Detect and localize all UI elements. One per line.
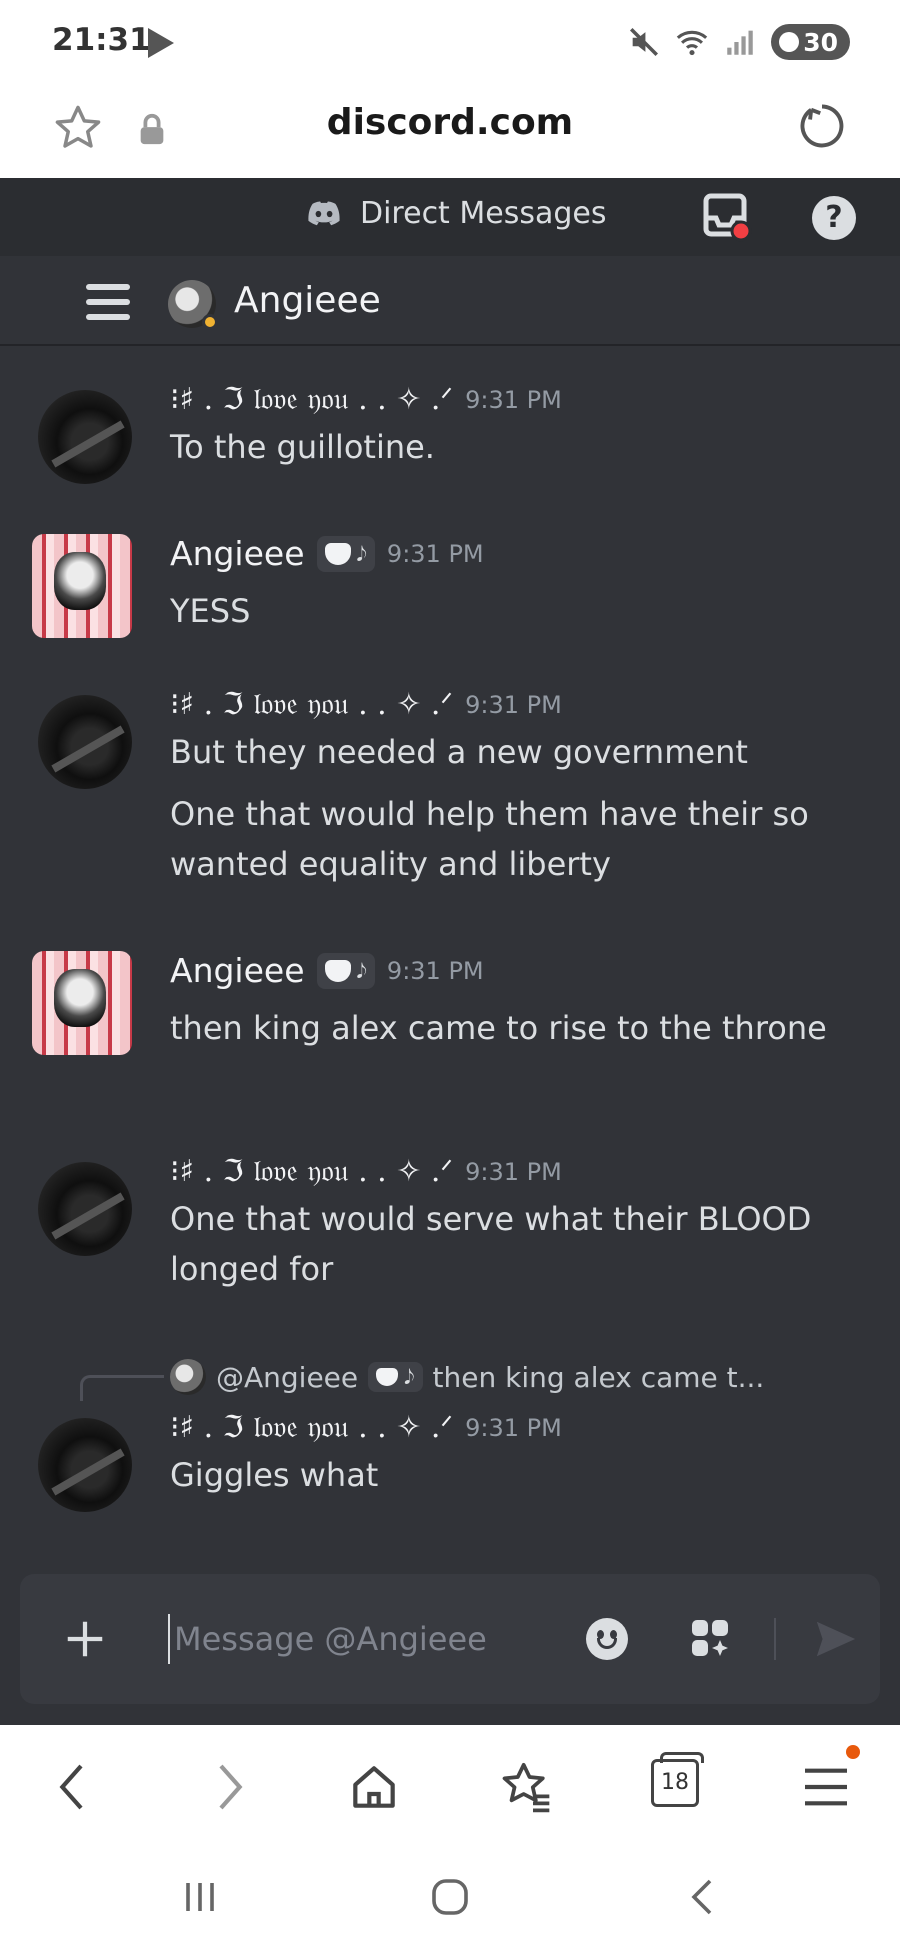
channel-avatar[interactable] — [168, 280, 218, 330]
tag-symbol: 𝅘𝅥𝅮 — [356, 541, 367, 566]
username[interactable]: Angieee — [170, 951, 305, 990]
add-attachment-button[interactable] — [62, 1616, 108, 1662]
heart-icon — [324, 542, 351, 565]
wifi-icon — [676, 30, 708, 56]
username[interactable]: ⁝♯ . ℑ 𝔩𝔬𝔳𝔢 𝔶𝔬𝔲 . . ✧ .ᐟ — [170, 382, 453, 417]
heart-icon — [324, 959, 351, 982]
apps-icon[interactable] — [686, 1614, 734, 1662]
message-text: But they needed a new government — [170, 733, 748, 771]
heart-icon — [376, 1368, 399, 1386]
message-composer — [20, 1574, 880, 1704]
notification-dot — [846, 1745, 860, 1759]
dm-title-label: Direct Messages — [360, 196, 607, 231]
send-button[interactable] — [812, 1616, 860, 1662]
menu-icon[interactable] — [86, 284, 130, 320]
system-back-icon[interactable] — [680, 1873, 728, 1921]
user-avatar[interactable] — [38, 695, 132, 789]
reload-icon[interactable] — [796, 100, 848, 152]
dm-header: Direct Messages ? — [0, 178, 900, 256]
message-header: ⁝♯ . ℑ 𝔩𝔬𝔳𝔢 𝔶𝔬𝔲 . . ✧ .ᐟ 9:31 PM — [170, 687, 562, 722]
home-icon[interactable] — [346, 1759, 402, 1815]
guild-tag[interactable]: 𝅘𝅥𝅮 — [316, 952, 375, 989]
timestamp: 9:31 PM — [465, 1157, 562, 1186]
discord-app: Direct Messages ? Angieee ⁝♯ . ℑ 𝔩𝔬𝔳𝔢 𝔶𝔬… — [0, 178, 900, 1725]
message-header: Angieee 𝅘𝅥𝅮 9:31 PM — [170, 534, 484, 573]
home-button-icon[interactable] — [426, 1873, 474, 1921]
username[interactable]: ⁝♯ . ℑ 𝔩𝔬𝔳𝔢 𝔶𝔬𝔲 . . ✧ .ᐟ — [170, 687, 453, 722]
channel-name[interactable]: Angieee — [234, 280, 381, 321]
battery-level: 30 — [803, 27, 838, 57]
signal-icon — [727, 30, 753, 55]
browser-toolbar: 18 — [0, 1725, 900, 1845]
username[interactable]: Angieee — [170, 534, 305, 573]
user-avatar[interactable] — [38, 1418, 132, 1512]
bookmarks-icon[interactable] — [498, 1759, 554, 1815]
username[interactable]: ⁝♯ . ℑ 𝔩𝔬𝔳𝔢 𝔶𝔬𝔲 . . ✧ .ᐟ — [170, 1410, 453, 1445]
message-input[interactable] — [168, 1614, 588, 1664]
status-idle-dot — [202, 314, 218, 330]
reply-author: @Angieee — [216, 1360, 359, 1394]
message-text: One that would serve what their BLOOD lo… — [170, 1200, 812, 1288]
help-icon[interactable]: ? — [812, 196, 856, 240]
reply-connector — [80, 1375, 164, 1401]
message-text: YESS — [170, 592, 251, 630]
timestamp: 9:31 PM — [465, 690, 562, 719]
back-arrow-icon[interactable] — [46, 1759, 102, 1815]
timestamp: 9:31 PM — [386, 956, 484, 985]
user-avatar[interactable] — [32, 951, 132, 1055]
message-text: Giggles what — [170, 1456, 379, 1494]
status-icons: 30 — [627, 24, 850, 60]
recent-apps-icon[interactable] — [176, 1873, 224, 1921]
mute-icon — [630, 27, 659, 57]
inbox-icon[interactable] — [702, 192, 752, 242]
status-bar: 21:31 30 — [0, 0, 900, 82]
message-header: ⁝♯ . ℑ 𝔩𝔬𝔳𝔢 𝔶𝔬𝔲 . . ✧ .ᐟ 9:31 PM — [170, 1154, 562, 1189]
user-avatar[interactable] — [38, 390, 132, 484]
battery-indicator: 30 — [771, 24, 850, 60]
message-text: One that would help them have their so w… — [170, 795, 809, 883]
guild-tag[interactable]: 𝅘𝅥𝅮 — [316, 535, 375, 572]
message-header: ⁝♯ . ℑ 𝔩𝔬𝔳𝔢 𝔶𝔬𝔲 . . ✧ .ᐟ 9:31 PM — [170, 1410, 562, 1445]
user-avatar[interactable] — [32, 534, 132, 638]
reply-preview[interactable]: @Angieee 𝅘𝅥𝅮 then king alex came t... — [170, 1359, 764, 1395]
guild-tag: 𝅘𝅥𝅮 — [368, 1362, 423, 1392]
url-bar: discord.com — [0, 82, 900, 178]
reply-text: then king alex came t... — [432, 1360, 765, 1394]
timestamp: 9:31 PM — [465, 1413, 562, 1442]
timestamp: 9:31 PM — [386, 539, 484, 568]
message-header: ⁝♯ . ℑ 𝔩𝔬𝔳𝔢 𝔶𝔬𝔲 . . ✧ .ᐟ 9:31 PM — [170, 382, 562, 417]
reply-avatar — [170, 1359, 206, 1395]
status-time: 21:31 — [52, 22, 151, 58]
menu-icon[interactable] — [798, 1759, 854, 1815]
discord-logo-icon — [308, 201, 340, 225]
composer-divider — [774, 1618, 776, 1660]
timestamp: 9:31 PM — [465, 385, 562, 414]
message-text: To the guillotine. — [170, 428, 435, 466]
channel-header: Angieee — [0, 256, 900, 346]
username[interactable]: ⁝♯ . ℑ 𝔩𝔬𝔳𝔢 𝔶𝔬𝔲 . . ✧ .ᐟ — [170, 1154, 453, 1189]
forward-arrow-icon[interactable] — [200, 1759, 256, 1815]
message-text: then king alex came to rise to the thron… — [170, 1009, 827, 1047]
emoji-button[interactable] — [586, 1618, 628, 1660]
tag-symbol: 𝅘𝅥𝅮 — [404, 1365, 415, 1389]
user-avatar[interactable] — [38, 1162, 132, 1256]
url-text[interactable]: discord.com — [0, 102, 900, 143]
message-header: Angieee 𝅘𝅥𝅮 9:31 PM — [170, 951, 484, 990]
play-icon — [148, 28, 174, 58]
tag-symbol: 𝅘𝅥𝅮 — [356, 958, 367, 983]
battery-saver-icon — [779, 32, 800, 52]
dm-title[interactable]: Direct Messages — [306, 196, 606, 231]
tabs-button[interactable]: 18 — [651, 1752, 704, 1807]
system-nav-bar — [0, 1845, 900, 1950]
